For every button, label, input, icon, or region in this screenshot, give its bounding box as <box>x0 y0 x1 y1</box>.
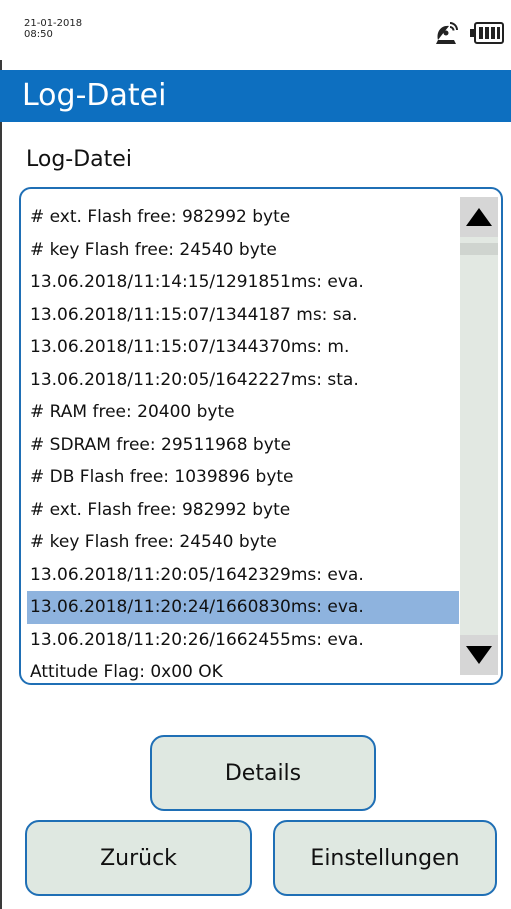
log-line[interactable]: # key Flash free: 24540 byte <box>27 526 459 559</box>
title-bar: Log-Datei <box>0 70 511 122</box>
log-line[interactable]: Attitude Flag: 0x00 OK <box>27 656 459 689</box>
log-line[interactable]: 13.06.2018/11:15:07/1344370ms: m. <box>27 331 459 364</box>
device-screen: 21-01-2018 08:50 Log-Datei Log-Datei # e… <box>0 0 511 909</box>
details-button[interactable]: Details <box>150 735 376 811</box>
scroll-down-icon <box>466 646 492 664</box>
log-line[interactable]: 13.06.2018/11:20:05/1642329ms: eva. <box>27 559 459 592</box>
battery-icon <box>470 22 504 44</box>
log-line[interactable]: 13.06.2018/11:20:05/1642227ms: sta. <box>27 364 459 397</box>
log-line[interactable]: # RAM free: 20400 byte <box>27 396 459 429</box>
log-line[interactable]: 13.06.2018/11:15:07/1344187 ms: sa. <box>27 299 459 332</box>
scroll-up-icon <box>466 208 492 226</box>
page-title: Log-Datei <box>22 78 167 113</box>
log-line[interactable]: # key Flash free: 24540 byte <box>27 234 459 267</box>
log-line[interactable]: # ext. Flash free: 982992 byte <box>27 201 459 234</box>
log-lines: # ext. Flash free: 982992 byte # key Flas… <box>27 201 459 689</box>
log-line[interactable]: 13.06.2018/11:20:26/1662455ms: eva. <box>27 624 459 657</box>
scroll-thumb[interactable] <box>460 243 498 255</box>
log-line[interactable]: # DB Flash free: 1039896 byte <box>27 461 459 494</box>
status-time: 08:50 <box>24 29 53 40</box>
status-bar: 21-01-2018 08:50 <box>0 0 511 60</box>
scrollbar[interactable] <box>460 197 498 675</box>
section-label: Log-Datei <box>26 147 132 172</box>
log-line[interactable]: # SDRAM free: 29511968 byte <box>27 429 459 462</box>
back-button[interactable]: Zurück <box>25 820 252 896</box>
satellite-icon <box>436 22 458 44</box>
status-date: 21-01-2018 <box>24 18 83 29</box>
log-line[interactable]: 13.06.2018/11:20:24/1660830ms: eva. <box>27 591 459 624</box>
scroll-down-button[interactable] <box>460 635 498 675</box>
log-line[interactable]: 13.06.2018/11:14:15/1291851ms: eva. <box>27 266 459 299</box>
screen-edge <box>0 0 2 909</box>
log-list[interactable]: # ext. Flash free: 982992 byte # key Flas… <box>19 187 503 685</box>
scroll-up-button[interactable] <box>460 197 498 237</box>
log-line[interactable]: # ext. Flash free: 982992 byte <box>27 494 459 527</box>
status-datetime: 21-01-2018 08:50 <box>24 18 82 40</box>
settings-button[interactable]: Einstellungen <box>273 820 497 896</box>
